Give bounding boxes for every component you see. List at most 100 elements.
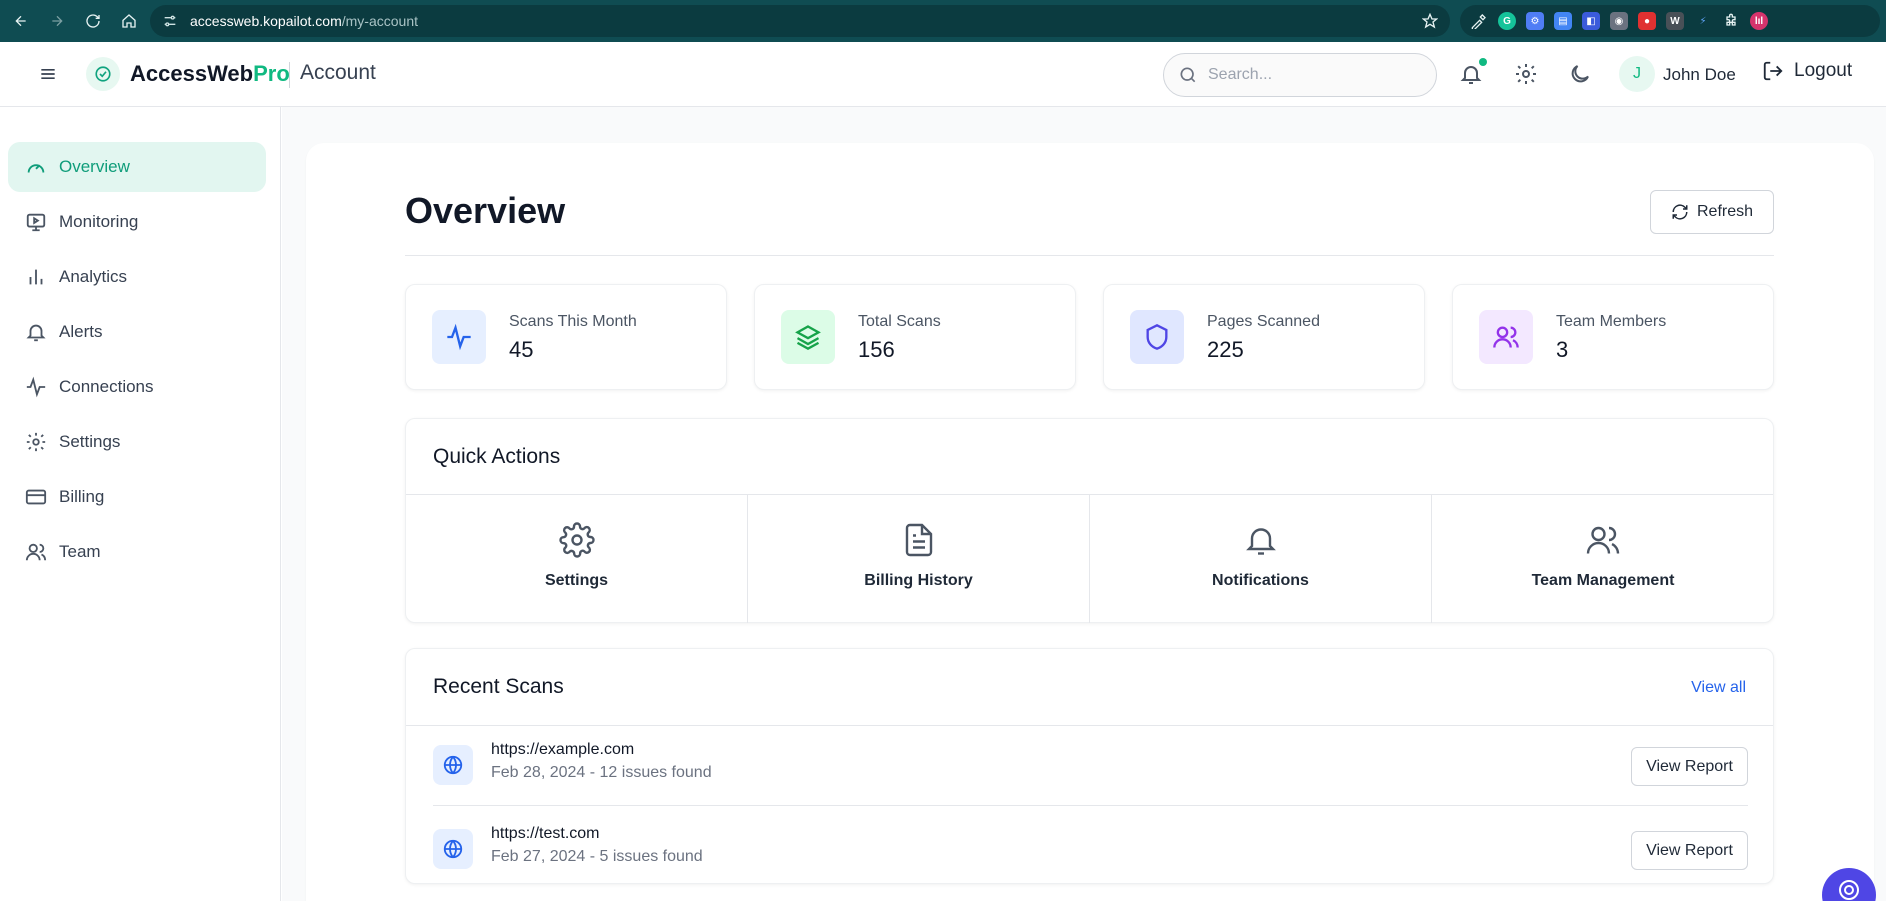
sidebar-item-label: Monitoring — [59, 212, 139, 231]
refresh-button[interactable]: Refresh — [1650, 190, 1774, 234]
page-title: Overview — [405, 190, 566, 231]
user-name[interactable]: John Doe — [1663, 65, 1736, 85]
activity-icon — [432, 310, 486, 364]
logo-check-icon — [86, 57, 120, 91]
sidebar-item-team[interactable]: Team — [8, 527, 266, 577]
list-item: https://test.com Feb 27, 2024 - 5 issues… — [433, 809, 1748, 889]
stat-label: Total Scans — [858, 313, 941, 330]
site-info-icon[interactable] — [162, 13, 178, 29]
quick-action-billing-history[interactable]: Billing History — [748, 495, 1090, 623]
sidebar: Overview Monitoring Analytics Alerts Con… — [0, 107, 281, 901]
sidebar-item-label: Alerts — [59, 322, 103, 341]
profile-extension-icon[interactable]: lıl — [1750, 12, 1768, 30]
stat-value: 156 — [858, 337, 895, 362]
users-icon — [1586, 526, 1620, 554]
sidebar-item-monitoring[interactable]: Monitoring — [8, 197, 266, 247]
search-box[interactable] — [1163, 53, 1437, 97]
dark-mode-moon-icon[interactable] — [1568, 62, 1592, 86]
w-extension-icon[interactable]: W — [1666, 12, 1684, 30]
home-icon[interactable] — [114, 6, 144, 36]
sidebar-item-billing[interactable]: Billing — [8, 472, 266, 522]
view-report-button[interactable]: View Report — [1631, 831, 1748, 870]
settings-extension-icon[interactable]: ⚙ — [1526, 12, 1544, 30]
document-icon — [905, 523, 932, 557]
eyedropper-extension-icon[interactable] — [1470, 12, 1488, 30]
logout-label: Logout — [1794, 60, 1853, 81]
scan-meta: Feb 27, 2024 - 5 issues found — [491, 848, 703, 865]
puzzle-extensions-icon[interactable] — [1722, 12, 1740, 30]
activity-icon — [26, 376, 46, 398]
bookmark-star-icon[interactable] — [1422, 13, 1438, 29]
stat-label: Team Members — [1556, 313, 1667, 330]
credit-card-icon — [25, 489, 47, 505]
sidebar-item-overview[interactable]: Overview — [8, 142, 266, 192]
globe-icon — [433, 829, 473, 869]
bell-icon — [26, 324, 46, 342]
search-input[interactable] — [1208, 66, 1408, 84]
users-icon — [25, 543, 47, 561]
forward-icon[interactable] — [42, 6, 72, 36]
stat-card-team-members: Team Members 3 — [1452, 284, 1774, 390]
monitor-icon — [26, 213, 46, 232]
view-all-link[interactable]: View all — [1691, 679, 1746, 697]
view-report-button[interactable]: View Report — [1631, 747, 1748, 786]
scan-meta: Feb 28, 2024 - 12 issues found — [491, 764, 712, 781]
avatar[interactable]: J — [1619, 56, 1655, 92]
row-divider — [433, 805, 1748, 806]
gear-icon[interactable] — [1514, 62, 1538, 86]
sidebar-item-settings[interactable]: Settings — [8, 417, 266, 467]
sidebar-item-label: Overview — [59, 157, 130, 176]
stat-label: Pages Scanned — [1207, 313, 1320, 330]
extensions-bar: G ⚙ ▤ ◧ ◉ ● W ⚡ lıl — [1460, 5, 1880, 37]
stat-card-pages-scanned: Pages Scanned 225 — [1103, 284, 1425, 390]
sidebar-item-label: Team — [59, 542, 101, 561]
quick-action-label: Billing History — [864, 572, 973, 589]
quick-actions-title: Quick Actions — [433, 445, 561, 468]
refresh-icon — [1672, 204, 1688, 220]
logout-icon — [1763, 61, 1783, 81]
lightning-extension-icon[interactable]: ⚡ — [1694, 12, 1712, 30]
quick-action-settings[interactable]: Settings — [406, 495, 748, 623]
users-icon — [1479, 310, 1533, 364]
back-icon[interactable] — [6, 6, 36, 36]
bar-chart-icon — [29, 269, 43, 285]
bell-icon — [1245, 528, 1276, 555]
docs-extension-icon[interactable]: ▤ — [1554, 12, 1572, 30]
stat-value: 3 — [1556, 337, 1569, 362]
sidebar-item-alerts[interactable]: Alerts — [8, 307, 266, 357]
stat-card-total-scans: Total Scans 156 — [754, 284, 1076, 390]
notification-dot — [1479, 58, 1487, 66]
record-extension-icon[interactable]: ● — [1638, 12, 1656, 30]
gauge-icon — [27, 164, 45, 173]
stat-value: 225 — [1207, 337, 1244, 362]
brand-accent: Pro — [253, 61, 290, 86]
logout-button[interactable]: Logout — [1762, 60, 1852, 82]
recent-scans-title: Recent Scans — [433, 675, 564, 698]
brand-divider — [289, 62, 290, 88]
sidebar-item-label: Analytics — [59, 267, 128, 286]
globe-icon — [433, 745, 473, 785]
help-icon — [1839, 880, 1859, 900]
hamburger-menu-icon[interactable] — [38, 64, 58, 84]
layers-icon — [781, 310, 835, 364]
notifications-bell-icon[interactable] — [1459, 62, 1483, 86]
sidebar-item-analytics[interactable]: Analytics — [8, 252, 266, 302]
recent-scans-card: Recent Scans View all https://example.co… — [405, 648, 1774, 884]
brand-name[interactable]: AccessWebPro — [130, 61, 290, 87]
quick-action-label: Settings — [544, 572, 609, 589]
quick-action-label: Team Management — [1531, 572, 1675, 589]
grammarly-extension-icon[interactable]: G — [1498, 12, 1516, 30]
section-name: Account — [300, 61, 376, 84]
url-host: accessweb.kopailot.com — [190, 13, 342, 29]
quick-action-label: Notifications — [1212, 572, 1309, 589]
capture-extension-icon[interactable]: ◧ — [1582, 12, 1600, 30]
title-divider — [405, 255, 1774, 256]
brand-main: AccessWeb — [130, 61, 254, 86]
list-item: https://example.com Feb 28, 2024 - 12 is… — [433, 725, 1748, 805]
quick-action-notifications[interactable]: Notifications — [1090, 495, 1432, 623]
reload-icon[interactable] — [78, 6, 108, 36]
address-bar[interactable]: accessweb.kopailot.com/my-account — [150, 5, 1450, 37]
quick-action-team-management[interactable]: Team Management — [1432, 495, 1774, 623]
camera-extension-icon[interactable]: ◉ — [1610, 12, 1628, 30]
sidebar-item-connections[interactable]: Connections — [8, 362, 266, 412]
